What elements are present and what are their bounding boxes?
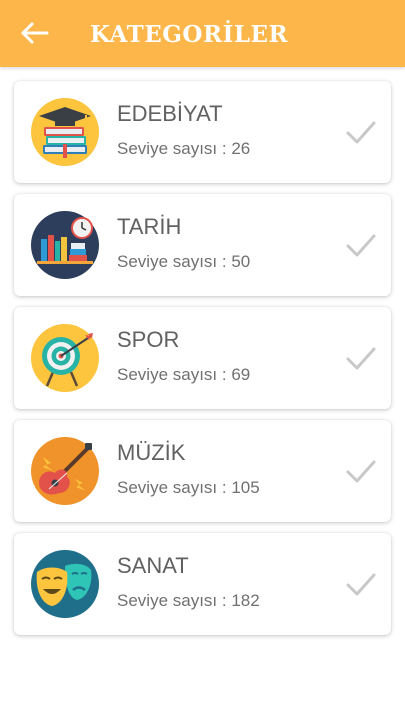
checkmark-icon bbox=[346, 347, 376, 370]
arrow-left-icon bbox=[21, 22, 49, 44]
target-arrow-icon bbox=[31, 324, 99, 392]
category-level-count: Seviye sayısı : 105 bbox=[117, 478, 260, 497]
category-card-tarih[interactable]: TARİH Seviye sayısı : 50 bbox=[14, 194, 391, 296]
theater-masks-icon bbox=[31, 550, 99, 618]
category-level-count: Seviye sayısı : 182 bbox=[117, 591, 260, 610]
category-level-count: Seviye sayısı : 69 bbox=[117, 365, 251, 384]
category-name: MÜZİK bbox=[117, 440, 186, 465]
category-card-spor[interactable]: SPOR Seviye sayısı : 69 bbox=[14, 307, 391, 409]
page-title: KATEGORİLER bbox=[90, 21, 289, 48]
checkmark-icon bbox=[346, 573, 376, 596]
electric-guitar-icon bbox=[31, 437, 99, 505]
category-card-sanat[interactable]: SANAT Seviye sayısı : 182 bbox=[14, 533, 391, 635]
category-name: TARİH bbox=[117, 214, 182, 239]
category-name: EDEBİYAT bbox=[117, 101, 223, 126]
checkmark-icon bbox=[346, 121, 376, 144]
category-name: SPOR bbox=[117, 327, 180, 352]
app-bar: KATEGORİLER bbox=[0, 0, 405, 67]
category-level-count: Seviye sayısı : 50 bbox=[117, 252, 251, 271]
category-card-edebiyat[interactable]: EDEBİYAT Seviye sayısı : 26 bbox=[14, 81, 391, 183]
checkmark-icon bbox=[346, 460, 376, 483]
checkmark-icon bbox=[346, 234, 376, 257]
category-name: SANAT bbox=[117, 553, 189, 578]
bookshelf-clock-icon bbox=[31, 211, 99, 279]
books-graduation-cap-icon bbox=[31, 98, 99, 166]
category-list: EDEBİYAT Seviye sayısı : 26 TARİH Seviye… bbox=[14, 81, 391, 646]
category-level-count: Seviye sayısı : 26 bbox=[117, 139, 251, 158]
category-card-muzik[interactable]: MÜZİK Seviye sayısı : 105 bbox=[14, 420, 391, 522]
back-button[interactable] bbox=[18, 18, 52, 48]
